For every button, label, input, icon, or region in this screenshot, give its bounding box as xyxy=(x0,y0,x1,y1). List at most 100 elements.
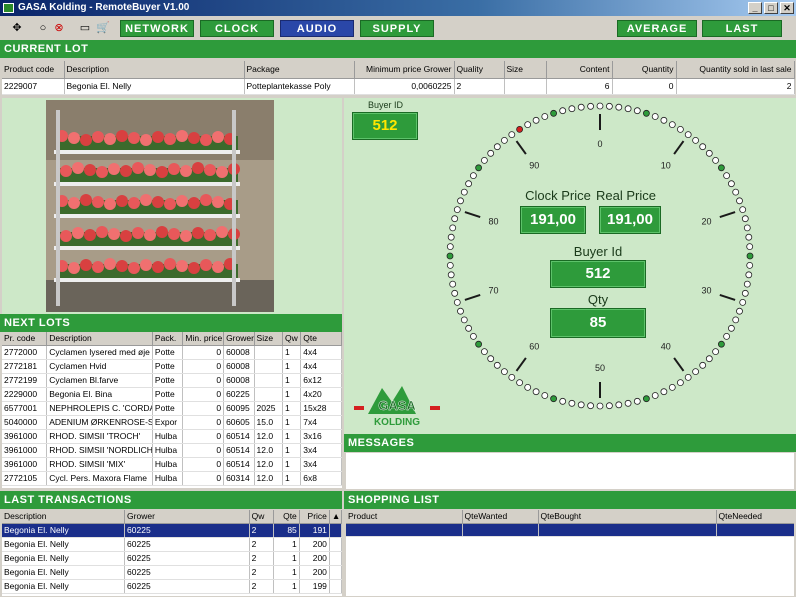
table-cell: 7x4 xyxy=(300,415,342,430)
table-cell: Cyclamen Bl.farve xyxy=(46,373,153,388)
messages-box[interactable] xyxy=(346,453,794,489)
last-button[interactable]: LAST xyxy=(702,20,782,37)
shopping-list-table: Product QteWanted QteBought QteNeeded xyxy=(346,510,794,596)
messages-header: MESSAGES xyxy=(344,434,796,452)
dial-number: 10 xyxy=(661,160,671,170)
clock-button[interactable]: CLOCK xyxy=(200,20,274,37)
dial-dot xyxy=(668,121,676,129)
dial-dot xyxy=(739,206,747,213)
dial-dot xyxy=(633,107,641,115)
table-cell: Potte xyxy=(152,401,184,416)
table-cell: RHOD. SIMSII 'TROCH' xyxy=(46,429,153,444)
table-row[interactable]: 2772199 Cyclamen Bl.farve Potte 0 60008 1 6x12 xyxy=(2,373,342,388)
dial-dot xyxy=(524,383,532,391)
dial-dot xyxy=(487,149,495,157)
table-cell: 2 xyxy=(249,551,274,566)
table-cell: 1 xyxy=(282,345,302,360)
column-header: Qte xyxy=(300,332,342,346)
table-cell: 2 xyxy=(249,537,274,552)
table-cell: 12.0 xyxy=(254,429,284,444)
table-row[interactable]: Begonia El. Nelly 60225 2 85 191 xyxy=(2,523,342,538)
table-row[interactable]: 2772105 Cycl. Pers. Maxora Flame Hulba 0 603… xyxy=(2,471,342,486)
dial-dot xyxy=(475,340,483,348)
dial-dot xyxy=(699,361,707,369)
table-row[interactable]: 2229007 Begonia El. Nelly Potteplantekasse… xyxy=(2,78,795,95)
audio-button[interactable]: AUDIO xyxy=(280,20,354,37)
dial-dot xyxy=(550,395,558,403)
window-titlebar: GASA Kolding - RemoteBuyer V1.00 _ □ ✕ xyxy=(0,0,796,16)
table-cell: Potte xyxy=(152,359,184,374)
table-cell: Begonia El. Nelly xyxy=(2,523,126,538)
dial-dot xyxy=(541,392,549,399)
table-cell: 0,0060225 xyxy=(354,78,455,95)
supply-button[interactable]: SUPPLY xyxy=(360,20,434,37)
table-cell: 60008 xyxy=(223,345,255,360)
table-cell: 3961000 xyxy=(2,429,48,444)
table-cell: NEPHROLEPIS C. 'CORDA xyxy=(46,401,153,416)
column-header: Grower xyxy=(124,510,250,524)
table-row[interactable]: 6577001 NEPHROLEPIS C. 'CORDA Potte 0 60095 2… xyxy=(2,401,342,416)
column-header: QteNeeded xyxy=(716,510,794,524)
table-row[interactable]: Begonia El. Nelly 60225 2 1 199 xyxy=(2,579,342,594)
scrollbar-track xyxy=(329,551,342,566)
table-row[interactable]: Begonia El. Nelly 60225 2 1 200 xyxy=(2,551,342,566)
column-header: QteBought xyxy=(538,510,717,524)
table-cell: 1 xyxy=(282,373,302,388)
table-cell: 6x8 xyxy=(300,471,342,486)
table-cell xyxy=(254,387,284,402)
maximize-button[interactable]: □ xyxy=(764,2,778,14)
dial-dot xyxy=(699,143,707,151)
move-icon[interactable]: ✥ xyxy=(10,21,24,35)
dial-tick xyxy=(464,293,481,301)
table-row[interactable]: 5040000 ADENIUM ØRKENROSE-S Expor 0 60605 15.… xyxy=(2,415,342,430)
table-row[interactable]: Begonia El. Nelly 60225 2 1 200 xyxy=(2,537,342,552)
table-cell: Begonia El. Bina xyxy=(46,387,153,402)
gasa-logo: GASA KOLDING xyxy=(352,380,442,428)
table-cell: Begonia El. Nelly xyxy=(2,551,126,566)
table-row[interactable]: 3961000 RHOD. SIMSII 'NORDLICH Hulba 0 60514… xyxy=(2,443,342,458)
buyer-id2-label: Buyer Id xyxy=(573,244,623,259)
circle-icon[interactable]: ○ xyxy=(36,21,50,35)
table-row[interactable]: 2772181 Cyclamen Hvid Potte 0 60008 1 4x4 xyxy=(2,359,342,374)
table-cell: 12.0 xyxy=(254,457,284,472)
table-cell: 1 xyxy=(273,579,300,594)
document-icon[interactable]: ▭ xyxy=(78,21,92,35)
dial-dot xyxy=(587,402,595,410)
dial-dot xyxy=(532,388,540,396)
dial-dot xyxy=(508,373,516,381)
table-cell: 2772199 xyxy=(2,373,48,388)
dial-dot xyxy=(596,402,604,410)
dial-dot xyxy=(451,215,459,223)
network-button[interactable]: NETWORK xyxy=(120,20,194,37)
column-header: Qw xyxy=(282,332,302,346)
column-header: Minimum price Grower xyxy=(354,61,455,79)
column-header: Description xyxy=(64,61,245,79)
column-header: Qte xyxy=(273,510,300,524)
table-row[interactable]: 2772000 Cyclamen lysered med øje Potte 0 600… xyxy=(2,345,342,360)
table-cell: Begonia El. Nelly xyxy=(64,78,245,95)
dial-dot xyxy=(469,172,477,179)
average-button[interactable]: AVERAGE xyxy=(617,20,697,37)
cancel-icon[interactable]: ⊗ xyxy=(52,21,66,35)
scrollbar-track xyxy=(329,579,342,594)
table-cell: RHOD. SIMSII 'NORDLICH xyxy=(46,443,153,458)
table-row[interactable]: 2229000 Begonia El. Bina Potte 0 60225 1 4x20 xyxy=(2,387,342,402)
table-cell: 2 xyxy=(249,523,274,538)
table-row[interactable]: 3961000 RHOD. SIMSII 'TROCH' Hulba 0 60514 12… xyxy=(2,429,342,444)
dial-dot xyxy=(493,361,501,369)
minimize-button[interactable]: _ xyxy=(748,2,762,14)
table-cell: 2229000 xyxy=(2,387,48,402)
table-row[interactable]: 3961000 RHOD. SIMSII 'MIX' Hulba 0 60514 12.0… xyxy=(2,457,342,472)
table-cell: 1 xyxy=(282,471,302,486)
dial-number: 70 xyxy=(488,286,498,296)
table-row[interactable]: Begonia El. Nelly 60225 2 1 200 xyxy=(2,565,342,580)
dial-dot xyxy=(723,332,731,340)
cart-icon[interactable]: 🛒 xyxy=(96,21,110,35)
table-cell: 4x4 xyxy=(300,345,342,360)
next-lots-header: NEXT LOTS xyxy=(0,314,342,332)
shopping-list-selected-row[interactable] xyxy=(346,523,794,537)
dial-dot xyxy=(460,316,468,324)
table-cell: 2772000 xyxy=(2,345,48,360)
dial-dot xyxy=(741,215,749,223)
close-button[interactable]: ✕ xyxy=(780,2,794,14)
